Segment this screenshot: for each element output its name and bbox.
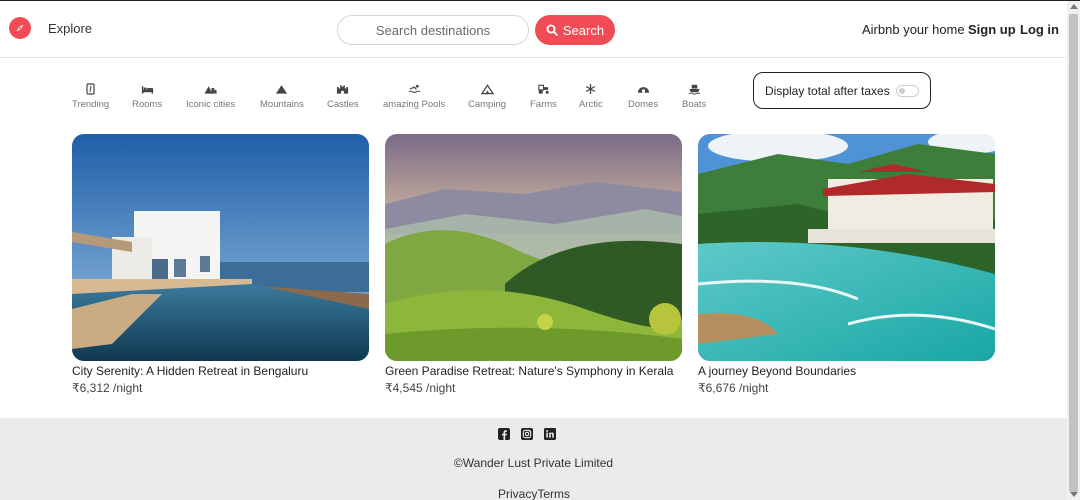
category-label: Boats (682, 99, 707, 110)
category-label: Domes (628, 99, 659, 110)
listing-title[interactable]: City Serenity: A Hidden Retreat in Benga… (72, 364, 369, 378)
category-mountains[interactable]: Mountains (260, 82, 304, 110)
tractor-icon (535, 82, 551, 96)
instagram-icon[interactable] (521, 428, 533, 440)
listing-card[interactable]: A journey Beyond Boundaries ₹6,676 /nigh… (698, 134, 995, 395)
category-label: Rooms (132, 99, 163, 110)
listing-price: ₹6,312 /night (72, 381, 143, 395)
compass-logo-icon[interactable] (9, 17, 31, 39)
copyright-text: ©Wander Lust Private Limited (453, 456, 614, 470)
scrollbar-thumb[interactable] (1069, 14, 1078, 492)
category-label: Trending (72, 99, 110, 110)
category-castles[interactable]: Castles (327, 82, 359, 110)
category-domes[interactable]: Domes (628, 82, 658, 110)
signup-link[interactable]: Sign up (968, 22, 1016, 37)
search-icon (546, 24, 558, 36)
search-button[interactable]: Search (535, 15, 615, 45)
listing-card[interactable]: City Serenity: A Hidden Retreat in Benga… (72, 134, 369, 395)
category-label: Iconic cities (186, 99, 236, 110)
tax-toggle-switch[interactable] (896, 85, 919, 97)
category-iconic-cities[interactable]: Iconic cities (186, 82, 235, 110)
category-farms[interactable]: Farms (530, 82, 557, 110)
scroll-down-arrow-icon[interactable] (1070, 492, 1078, 497)
ferry-icon (686, 82, 702, 96)
linkedin-icon[interactable] (544, 428, 556, 440)
castle-icon (335, 82, 351, 96)
campground-icon (479, 82, 495, 96)
category-arctic[interactable]: Arctic (579, 82, 603, 110)
vertical-scrollbar[interactable] (1067, 1, 1080, 500)
listing-price: ₹6,676 /night (698, 381, 769, 395)
category-rooms[interactable]: Rooms (132, 82, 162, 110)
category-boats[interactable]: Boats (682, 82, 706, 110)
search-button-label: Search (562, 22, 605, 38)
airbnb-your-home-link[interactable]: Airbnb your home (862, 22, 965, 37)
listing-image[interactable] (385, 134, 682, 361)
switch-knob (899, 88, 905, 94)
listing-card[interactable]: Green Paradise Retreat: Nature's Symphon… (385, 134, 682, 395)
category-label: Arctic (579, 99, 603, 110)
category-amazing-pools[interactable]: amazing Pools (383, 82, 445, 110)
snowflake-icon (583, 82, 599, 96)
mountain-city-icon (203, 82, 219, 96)
navbar: Explore Search Airbnb your home Sign up … (0, 1, 1067, 58)
search-input[interactable] (337, 15, 529, 45)
listing-title[interactable]: Green Paradise Retreat: Nature's Symphon… (385, 364, 682, 378)
category-camping[interactable]: Camping (468, 82, 506, 110)
bed-icon (139, 82, 155, 96)
social-links (498, 428, 556, 440)
footer: ©Wander Lust Private Limited Privacy Ter… (0, 418, 1067, 500)
category-trending[interactable]: Trending (72, 82, 109, 110)
tax-toggle-label: Display total after taxes (765, 83, 890, 98)
listing-price: ₹4,545 /night (385, 381, 456, 395)
listing-image[interactable] (72, 134, 369, 361)
listing-title[interactable]: A journey Beyond Boundaries (698, 364, 995, 378)
terms-link[interactable]: Terms (537, 487, 570, 500)
category-label: Castles (327, 99, 359, 110)
category-label: Camping (468, 99, 507, 110)
listing-image[interactable] (698, 134, 995, 361)
igloo-icon (635, 82, 651, 96)
login-link[interactable]: Log in (1020, 22, 1059, 37)
explore-link[interactable]: Explore (48, 21, 92, 36)
footer-links: Privacy Terms (498, 487, 570, 500)
facebook-icon[interactable] (498, 428, 510, 440)
fire-icon (83, 82, 99, 96)
category-label: Farms (530, 99, 557, 110)
swimmer-icon (406, 82, 422, 96)
scroll-up-arrow-icon[interactable] (1070, 4, 1078, 9)
privacy-link[interactable]: Privacy (498, 487, 537, 500)
category-label: Mountains (260, 99, 304, 110)
mountain-icon (274, 82, 290, 96)
tax-toggle-box[interactable]: Display total after taxes (753, 72, 931, 109)
category-label: amazing Pools (383, 99, 446, 110)
